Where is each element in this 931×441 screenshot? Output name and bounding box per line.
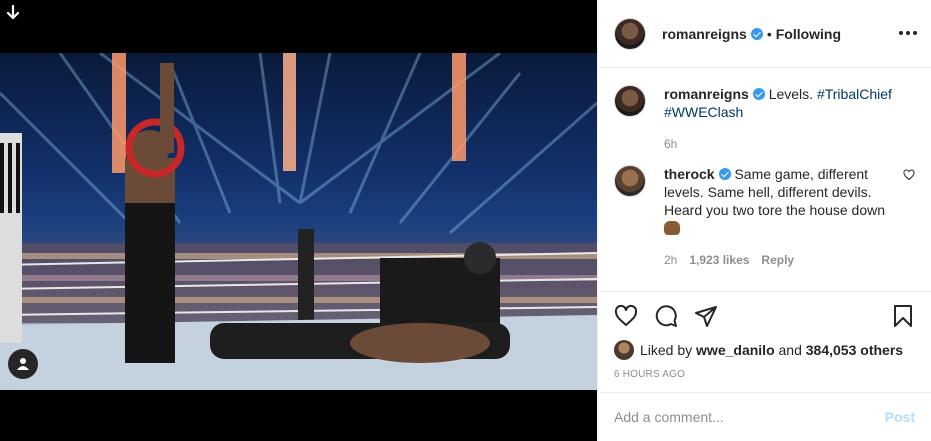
liked-by-others[interactable]: 384,053 others (806, 342, 903, 358)
post-media[interactable] (0, 0, 597, 441)
liked-by-and: and (778, 342, 802, 358)
more-options-icon[interactable] (899, 24, 917, 42)
post-side-panel: romanreigns • Following romanreigns Leve… (597, 0, 931, 441)
comment-input[interactable] (614, 409, 885, 425)
commenter-username[interactable]: therock (664, 166, 715, 182)
caption-text: Levels. (768, 86, 814, 102)
add-comment-bar: Post (598, 392, 931, 441)
comment-age[interactable]: 2h (664, 251, 677, 269)
comment-meta: 2h 1,923 likes Reply (664, 251, 895, 269)
liked-by-user[interactable]: wwe_danilo (696, 342, 775, 358)
fist-emoji-icon (664, 221, 680, 235)
comment-icon[interactable] (654, 304, 678, 328)
author-avatar[interactable] (614, 17, 646, 50)
caption-username[interactable]: romanreigns (664, 86, 749, 102)
verified-badge-icon (752, 88, 765, 100)
author-username[interactable]: romanreigns (662, 26, 747, 42)
comment-item: therock Same game, different levels. Sam… (614, 165, 915, 269)
comment-body: therock Same game, different levels. Sam… (664, 165, 915, 269)
caption-avatar[interactable] (614, 85, 646, 117)
post-comment-button[interactable]: Post (885, 409, 915, 425)
caption-body: romanreigns Levels. #TribalChief #WWECla… (664, 85, 915, 153)
hashtag-link[interactable]: #WWEClash (664, 104, 743, 120)
likes-summary: Liked by wwe_danilo and 384,053 others (614, 340, 915, 360)
hashtag-link[interactable]: #TribalChief (817, 86, 892, 102)
user-tag-icon[interactable] (8, 349, 38, 379)
caption-age[interactable]: 6h (664, 135, 677, 153)
post-photo (0, 53, 597, 390)
person-icon (17, 358, 29, 370)
following-button[interactable]: Following (776, 26, 841, 42)
share-icon[interactable] (694, 304, 718, 328)
reply-button[interactable]: Reply (761, 251, 794, 269)
header-separator: • (766, 25, 772, 42)
comments-list: romanreigns Levels. #TribalChief #WWECla… (598, 69, 931, 291)
post-actions: Liked by wwe_danilo and 384,053 others 6… (598, 291, 931, 391)
liker-avatar[interactable] (614, 340, 634, 360)
verified-badge-icon (718, 168, 731, 180)
post-header: romanreigns • Following (598, 0, 931, 68)
commenter-avatar[interactable] (614, 165, 646, 197)
heart-icon[interactable] (614, 304, 638, 328)
post-timestamp[interactable]: 6 HOURS AGO (614, 369, 915, 380)
arrow-down-icon[interactable] (4, 4, 22, 22)
verified-badge-icon (750, 27, 763, 40)
comment-likes[interactable]: 1,923 likes (689, 251, 749, 269)
caption-meta: 6h (664, 135, 895, 153)
liked-by-prefix: Liked by (640, 342, 693, 358)
comment-like-heart-icon[interactable] (903, 169, 915, 181)
action-bar (614, 292, 915, 340)
bookmark-icon[interactable] (891, 304, 915, 328)
caption-comment: romanreigns Levels. #TribalChief #WWECla… (614, 85, 915, 153)
